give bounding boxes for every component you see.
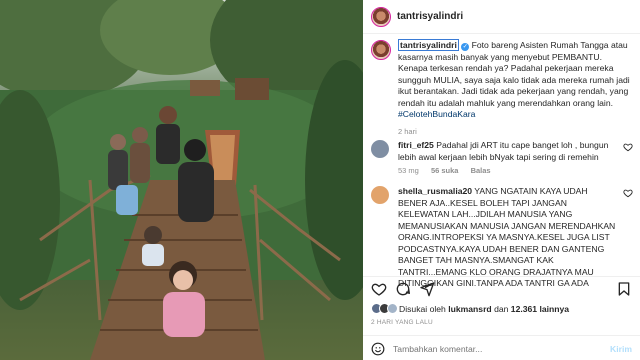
comment-meta: 53 mg 56 suka Balas <box>398 166 633 175</box>
caption-text-block: tantrisyalindri ✓ Foto bareng Asisten Ru… <box>398 39 633 137</box>
comment-heart-icon[interactable] <box>623 142 633 152</box>
caption-hashtag[interactable]: #CelotehBundaKara <box>398 109 633 121</box>
comment-icon[interactable] <box>395 281 411 297</box>
add-comment-bar: Kirim <box>363 335 640 360</box>
smile-icon[interactable] <box>371 342 385 356</box>
comment-text-block: fitri_ef25 Padahal jdi ART itu cape bang… <box>398 140 619 163</box>
comment-username[interactable]: shella_rusmalia20 <box>398 186 472 196</box>
caption-avatar[interactable] <box>371 40 391 60</box>
commenter-avatar[interactable] <box>371 186 389 204</box>
post-actions: Disukai oleh lukmansrd dan 12.361 lainny… <box>363 276 640 360</box>
comment-item: shella_rusmalia20 YANG NGATAIN KAYA UDAH… <box>371 186 633 290</box>
bookmark-icon[interactable] <box>616 281 632 297</box>
likes-summary: Disukai oleh lukmansrd dan 12.361 lainny… <box>371 303 569 314</box>
heart-icon[interactable] <box>371 281 387 297</box>
post-date: 2 HARI YANG LALU <box>371 319 433 326</box>
comment-time: 53 mg <box>398 166 419 175</box>
liker-avatars <box>371 303 398 314</box>
comment-likes[interactable]: 56 suka <box>431 166 459 175</box>
caption-username[interactable]: tantrisyalindri <box>398 39 459 51</box>
author-avatar[interactable] <box>371 7 391 27</box>
commenter-avatar[interactable] <box>371 140 389 158</box>
share-icon[interactable] <box>419 281 435 297</box>
comment-username[interactable]: fitri_ef25 <box>398 140 434 150</box>
likes-prefix: Disukai oleh <box>399 303 446 314</box>
post-caption: tantrisyalindri ✓ Foto bareng Asisten Ru… <box>371 39 633 137</box>
caption-time: 2 hari <box>398 126 417 136</box>
likes-user[interactable]: lukmansrd <box>448 304 491 314</box>
comment-item: fitri_ef25 Padahal jdi ART itu cape bang… <box>371 140 633 175</box>
comment-heart-icon[interactable] <box>623 188 633 198</box>
liker-avatar <box>387 303 398 314</box>
reply-button[interactable]: Balas <box>471 166 491 175</box>
comment-text-block: shella_rusmalia20 YANG NGATAIN KAYA UDAH… <box>398 186 619 290</box>
post-photo <box>0 0 363 360</box>
post-sidebar: tantrisyalindri tantrisyalindri ✓ Foto b… <box>363 0 640 360</box>
post-header: tantrisyalindri <box>363 0 640 34</box>
action-icons <box>371 281 632 299</box>
photo-scene <box>0 0 363 360</box>
post-comment-button[interactable]: Kirim <box>610 344 632 354</box>
author-username[interactable]: tantrisyalindri <box>397 11 463 22</box>
likes-joiner: dan <box>494 303 509 314</box>
likes-count[interactable]: 12.361 lainnya <box>511 304 569 314</box>
comment-input[interactable] <box>393 344 583 354</box>
verified-icon: ✓ <box>461 43 470 51</box>
comment-body: YANG NGATAIN KAYA UDAH BENER AJA..KESEL … <box>398 186 616 288</box>
